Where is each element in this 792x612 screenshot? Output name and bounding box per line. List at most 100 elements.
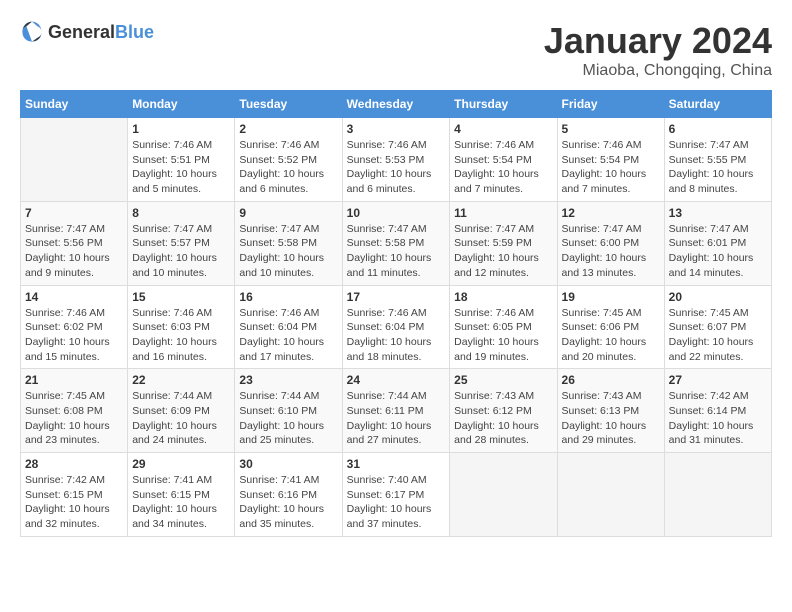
day-number: 15	[132, 290, 230, 304]
day-info: Sunrise: 7:45 AMSunset: 6:07 PMDaylight:…	[669, 306, 767, 365]
week-row-1: 1 Sunrise: 7:46 AMSunset: 5:51 PMDaylight…	[21, 118, 772, 202]
day-number: 18	[454, 290, 552, 304]
logo-general: General	[48, 22, 115, 42]
day-info: Sunrise: 7:47 AMSunset: 5:55 PMDaylight:…	[669, 138, 767, 197]
calendar-cell: 25Sunrise: 7:43 AMSunset: 6:12 PMDayligh…	[450, 369, 557, 453]
day-info: Sunrise: 7:42 AMSunset: 6:14 PMDaylight:…	[669, 389, 767, 448]
day-number: 23	[239, 373, 337, 387]
day-number: 13	[669, 206, 767, 220]
calendar-cell	[557, 453, 664, 537]
day-number: 24	[347, 373, 446, 387]
day-number: 1	[132, 122, 230, 136]
day-number: 12	[562, 206, 660, 220]
week-row-4: 21 Sunrise: 7:45 AMSunset: 6:08 PMDayligh…	[21, 369, 772, 453]
calendar-cell: 26 Sunrise: 7:43 AMSunset: 6:13 PMDayligh…	[557, 369, 664, 453]
calendar-cell: 14Sunrise: 7:46 AMSunset: 6:02 PMDayligh…	[21, 285, 128, 369]
day-info: Sunrise: 7:47 AMSunset: 5:57 PMDaylight:…	[132, 222, 230, 281]
day-number: 31	[347, 457, 446, 471]
calendar-cell: 29Sunrise: 7:41 AMSunset: 6:15 PMDayligh…	[128, 453, 235, 537]
day-info: Sunrise: 7:44 AMSunset: 6:09 PMDaylight:…	[132, 389, 230, 448]
day-info: Sunrise: 7:46 AMSunset: 5:53 PMDaylight:…	[347, 138, 446, 197]
calendar-cell: 31 Sunrise: 7:40 AMSunset: 6:17 PMDayligh…	[342, 453, 450, 537]
day-number: 4	[454, 122, 552, 136]
day-info: Sunrise: 7:46 AMSunset: 6:04 PMDaylight:…	[347, 306, 446, 365]
calendar-cell	[450, 453, 557, 537]
col-tuesday: Tuesday	[235, 91, 342, 118]
day-number: 26	[562, 373, 660, 387]
col-monday: Monday	[128, 91, 235, 118]
day-number: 17	[347, 290, 446, 304]
day-info: Sunrise: 7:44 AMSunset: 6:10 PMDaylight:…	[239, 389, 337, 448]
day-number: 25	[454, 373, 552, 387]
week-row-5: 28Sunrise: 7:42 AMSunset: 6:15 PMDayligh…	[21, 453, 772, 537]
day-info: Sunrise: 7:43 AMSunset: 6:13 PMDaylight:…	[562, 389, 660, 448]
calendar-cell: 27Sunrise: 7:42 AMSunset: 6:14 PMDayligh…	[664, 369, 771, 453]
calendar-cell: 30 Sunrise: 7:41 AMSunset: 6:16 PMDayligh…	[235, 453, 342, 537]
calendar-table: Sunday Monday Tuesday Wednesday Thursday…	[20, 90, 772, 537]
day-info: Sunrise: 7:46 AMSunset: 5:51 PMDaylight:…	[132, 138, 230, 197]
calendar-cell: 3 Sunrise: 7:46 AMSunset: 5:53 PMDaylight…	[342, 118, 450, 202]
calendar-cell: 17 Sunrise: 7:46 AMSunset: 6:04 PMDayligh…	[342, 285, 450, 369]
day-info: Sunrise: 7:44 AMSunset: 6:11 PMDaylight:…	[347, 389, 446, 448]
day-number: 22	[132, 373, 230, 387]
calendar-cell: 6 Sunrise: 7:47 AMSunset: 5:55 PMDaylight…	[664, 118, 771, 202]
calendar-header-row: Sunday Monday Tuesday Wednesday Thursday…	[21, 91, 772, 118]
logo-icon	[20, 20, 44, 44]
calendar-cell: 13Sunrise: 7:47 AMSunset: 6:01 PMDayligh…	[664, 201, 771, 285]
day-number: 3	[347, 122, 446, 136]
col-sunday: Sunday	[21, 91, 128, 118]
calendar-cell: 23 Sunrise: 7:44 AMSunset: 6:10 PMDayligh…	[235, 369, 342, 453]
day-number: 14	[25, 290, 123, 304]
calendar-cell: 24 Sunrise: 7:44 AMSunset: 6:11 PMDayligh…	[342, 369, 450, 453]
day-number: 28	[25, 457, 123, 471]
day-number: 21	[25, 373, 123, 387]
day-number: 8	[132, 206, 230, 220]
col-friday: Friday	[557, 91, 664, 118]
day-info: Sunrise: 7:46 AMSunset: 6:03 PMDaylight:…	[132, 306, 230, 365]
calendar-cell: 22 Sunrise: 7:44 AMSunset: 6:09 PMDayligh…	[128, 369, 235, 453]
calendar-cell: 2 Sunrise: 7:46 AMSunset: 5:52 PMDaylight…	[235, 118, 342, 202]
logo: GeneralBlue	[20, 20, 154, 44]
day-info: Sunrise: 7:47 AMSunset: 6:00 PMDaylight:…	[562, 222, 660, 281]
calendar-cell: 5Sunrise: 7:46 AMSunset: 5:54 PMDaylight…	[557, 118, 664, 202]
day-info: Sunrise: 7:47 AMSunset: 5:58 PMDaylight:…	[347, 222, 446, 281]
page-header: GeneralBlue January 2024 Miaoba, Chongqi…	[20, 20, 772, 80]
calendar-cell: 19 Sunrise: 7:45 AMSunset: 6:06 PMDayligh…	[557, 285, 664, 369]
week-row-2: 7Sunrise: 7:47 AMSunset: 5:56 PMDaylight…	[21, 201, 772, 285]
day-info: Sunrise: 7:40 AMSunset: 6:17 PMDaylight:…	[347, 473, 446, 532]
day-info: Sunrise: 7:46 AMSunset: 5:52 PMDaylight:…	[239, 138, 337, 197]
day-info: Sunrise: 7:45 AMSunset: 6:06 PMDaylight:…	[562, 306, 660, 365]
logo-blue: Blue	[115, 22, 154, 42]
calendar-cell	[21, 118, 128, 202]
day-info: Sunrise: 7:45 AMSunset: 6:08 PMDaylight:…	[25, 389, 123, 448]
day-info: Sunrise: 7:41 AMSunset: 6:15 PMDaylight:…	[132, 473, 230, 532]
day-info: Sunrise: 7:46 AMSunset: 5:54 PMDaylight:…	[454, 138, 552, 197]
day-info: Sunrise: 7:41 AMSunset: 6:16 PMDaylight:…	[239, 473, 337, 532]
calendar-cell: 28Sunrise: 7:42 AMSunset: 6:15 PMDayligh…	[21, 453, 128, 537]
calendar-location: Miaoba, Chongqing, China	[544, 62, 772, 80]
day-info: Sunrise: 7:46 AMSunset: 6:04 PMDaylight:…	[239, 306, 337, 365]
day-number: 11	[454, 206, 552, 220]
calendar-cell: 10Sunrise: 7:47 AMSunset: 5:58 PMDayligh…	[342, 201, 450, 285]
day-number: 16	[239, 290, 337, 304]
calendar-cell: 16 Sunrise: 7:46 AMSunset: 6:04 PMDayligh…	[235, 285, 342, 369]
day-info: Sunrise: 7:47 AMSunset: 5:59 PMDaylight:…	[454, 222, 552, 281]
day-number: 30	[239, 457, 337, 471]
calendar-cell: 15 Sunrise: 7:46 AMSunset: 6:03 PMDayligh…	[128, 285, 235, 369]
calendar-cell: 4 Sunrise: 7:46 AMSunset: 5:54 PMDaylight…	[450, 118, 557, 202]
day-number: 6	[669, 122, 767, 136]
title-block: January 2024 Miaoba, Chongqing, China	[544, 20, 772, 80]
day-info: Sunrise: 7:46 AMSunset: 5:54 PMDaylight:…	[562, 138, 660, 197]
calendar-cell: 7Sunrise: 7:47 AMSunset: 5:56 PMDaylight…	[21, 201, 128, 285]
day-number: 20	[669, 290, 767, 304]
calendar-cell: 1 Sunrise: 7:46 AMSunset: 5:51 PMDaylight…	[128, 118, 235, 202]
day-info: Sunrise: 7:47 AMSunset: 5:58 PMDaylight:…	[239, 222, 337, 281]
day-number: 2	[239, 122, 337, 136]
calendar-cell: 20 Sunrise: 7:45 AMSunset: 6:07 PMDayligh…	[664, 285, 771, 369]
day-number: 9	[239, 206, 337, 220]
calendar-cell: 18Sunrise: 7:46 AMSunset: 6:05 PMDayligh…	[450, 285, 557, 369]
col-saturday: Saturday	[664, 91, 771, 118]
day-number: 19	[562, 290, 660, 304]
col-thursday: Thursday	[450, 91, 557, 118]
day-info: Sunrise: 7:47 AMSunset: 5:56 PMDaylight:…	[25, 222, 123, 281]
